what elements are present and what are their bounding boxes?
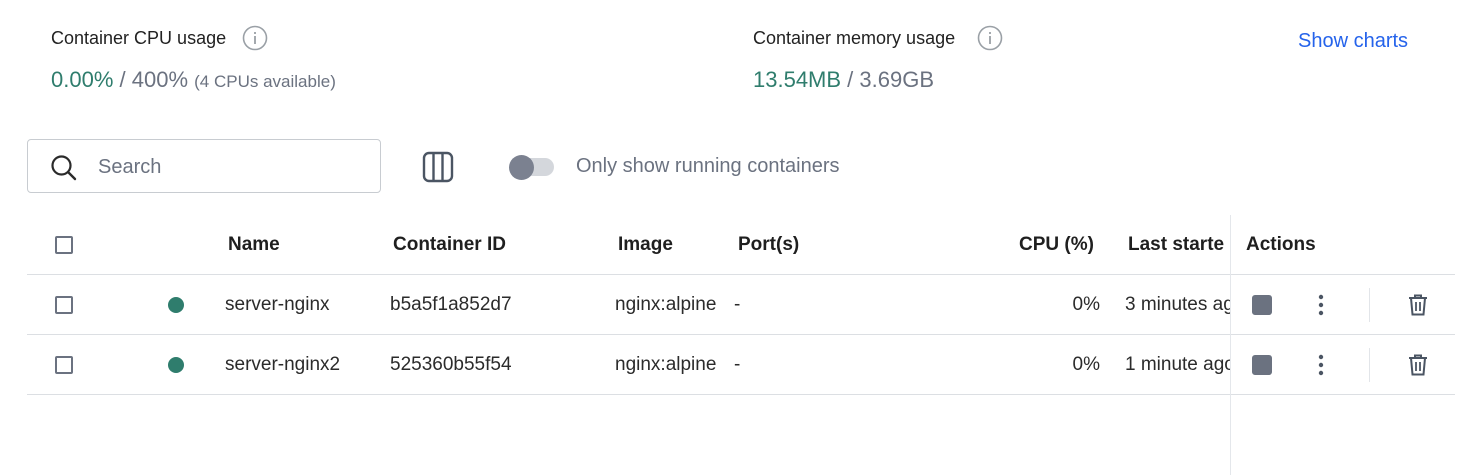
memory-total: 3.69GB (859, 67, 935, 92)
column-header-image[interactable]: Image (618, 234, 673, 256)
container-id: 525360b55f54 (390, 354, 512, 375)
delete-icon[interactable] (1407, 353, 1429, 377)
cpu-available: (4 CPUs available) (194, 72, 336, 91)
status-running-icon (168, 297, 184, 313)
memory-usage-label: Container memory usage (753, 28, 956, 48)
cpu-info-icon[interactable] (242, 25, 268, 51)
status-running-icon (168, 357, 184, 373)
cpu-usage-value: 0.00% / 400% (4 CPUs available) (51, 67, 336, 93)
container-ports: - (734, 294, 741, 315)
memory-usage-value: 13.54MB / 3.69GB (753, 67, 934, 93)
memory-info-icon[interactable] (977, 25, 1003, 51)
actions-column-divider (1230, 215, 1231, 475)
stop-button[interactable] (1252, 355, 1272, 375)
column-header-ports[interactable]: Port(s) (738, 234, 799, 256)
row-checkbox[interactable] (55, 356, 73, 374)
memory-separator: / (841, 67, 860, 92)
columns-icon[interactable] (422, 151, 454, 183)
cpu-separator: / (113, 67, 132, 92)
more-options-icon[interactable] (1311, 293, 1331, 317)
show-charts-link[interactable]: Show charts (1298, 30, 1408, 53)
column-header-container-id[interactable]: Container ID (393, 234, 506, 256)
column-header-actions: Actions (1246, 234, 1316, 255)
cpu-total: 400% (131, 67, 189, 92)
memory-used: 13.54MB (753, 67, 842, 92)
column-header-name[interactable]: Name (228, 234, 280, 256)
search-input[interactable] (96, 152, 370, 182)
container-last-started: 1 minute ago (1125, 354, 1230, 375)
cpu-used: 0.00% (51, 67, 114, 92)
search-box[interactable] (27, 139, 381, 193)
container-cpu: 0% (1072, 294, 1100, 315)
stop-button[interactable] (1252, 295, 1272, 315)
row-checkbox[interactable] (55, 296, 73, 314)
select-all-checkbox[interactable] (55, 236, 73, 254)
table-bottom-divider (27, 394, 1455, 395)
container-image[interactable]: nginx:alpine (615, 354, 727, 376)
more-options-icon[interactable] (1311, 353, 1331, 377)
actions-divider (1369, 348, 1370, 382)
column-header-cpu[interactable]: CPU (%) (1019, 234, 1094, 256)
container-name[interactable]: server-nginx (225, 294, 330, 316)
column-header-last-started[interactable]: Last starte (1128, 234, 1230, 256)
container-image[interactable]: nginx:alpine (615, 294, 727, 316)
container-name[interactable]: server-nginx2 (225, 354, 340, 376)
container-id: b5a5f1a852d7 (390, 294, 512, 315)
container-cpu: 0% (1072, 354, 1100, 375)
cpu-usage-label: Container CPU usage (51, 28, 227, 48)
container-last-started: 3 minutes ago (1125, 294, 1230, 315)
running-toggle-knob[interactable] (509, 155, 534, 180)
actions-divider (1369, 288, 1370, 322)
delete-icon[interactable] (1407, 293, 1429, 317)
container-ports: - (734, 354, 741, 375)
search-icon (51, 155, 77, 181)
running-toggle-label: Only show running containers (576, 155, 840, 177)
